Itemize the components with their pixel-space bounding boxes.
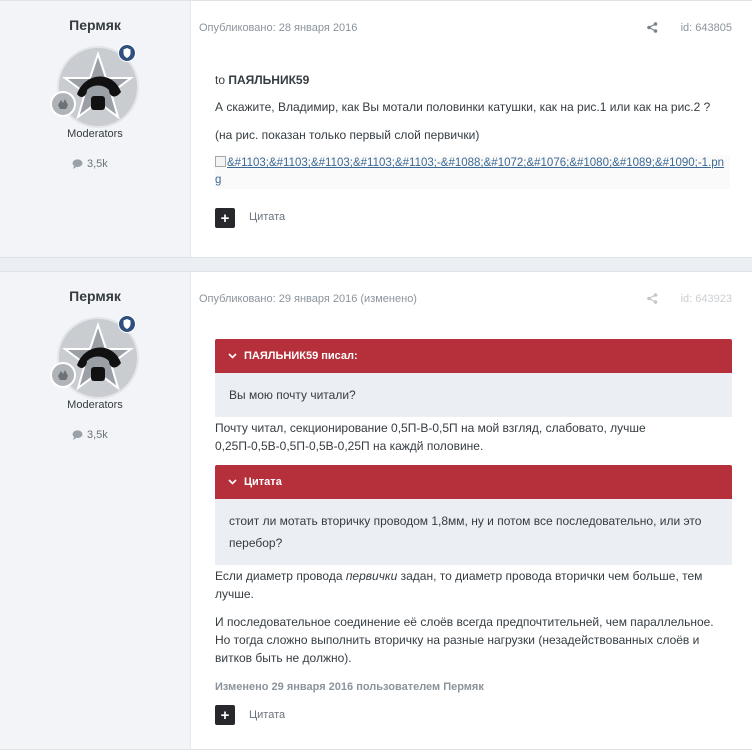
quote-header[interactable]: ПАЯЛЬНИК59 писал: <box>215 339 732 373</box>
post-id[interactable]: id: 643805 <box>681 22 732 34</box>
quote-button[interactable]: Цитата <box>249 709 285 721</box>
post-text-line: А скажите, Владимир, как Вы мотали полов… <box>215 100 711 114</box>
post-text-line: (на рис. показан только первый слой перв… <box>215 128 480 142</box>
comment-icon <box>72 159 83 169</box>
reputation-value: 3,5k <box>87 158 108 170</box>
author-name[interactable]: Пермяк <box>0 288 190 304</box>
quote-title: Цитата <box>244 476 282 488</box>
quote-text: стоит ли мотать вторичку проводом 1,8мм,… <box>215 499 732 565</box>
multiquote-button[interactable]: + <box>215 208 235 228</box>
post-body: to ПАЯЛЬНИК59 А скажите, Владимир, как В… <box>215 71 732 189</box>
chevron-down-icon <box>228 479 237 485</box>
quote-block: Цитата стоит ли мотать вторичку проводом… <box>215 465 732 565</box>
post-643805: Пермяк Moderators 3,5k Опубликовано: 28 … <box>0 0 752 258</box>
image-link[interactable]: &#1103;&#1103;&#1103;&#1103;&#1103;-&#10… <box>215 157 724 186</box>
post-text: И последовательное соединение её слоёв в… <box>215 615 714 665</box>
author-panel: Пермяк Moderators 3,5k <box>0 272 191 749</box>
post-id[interactable]: id: 643923 <box>681 293 732 305</box>
share-icon[interactable] <box>647 293 658 307</box>
multiquote-button[interactable]: + <box>215 705 235 725</box>
rank-badge-icon <box>50 362 76 388</box>
edited-note: Изменено 29 января 2016 пользователем Пе… <box>215 681 484 693</box>
post-meta[interactable]: Опубликовано: 28 января 2016 <box>199 22 357 34</box>
moderator-badge-icon <box>118 44 136 62</box>
post-content: Опубликовано: 29 января 2016 (изменено) … <box>199 272 752 749</box>
greeting-name: ПАЯЛЬНИК59 <box>228 73 310 87</box>
post-body: ПАЯЛЬНИК59 писал: Вы мою почту читали? П… <box>215 339 732 693</box>
comment-icon <box>72 430 83 440</box>
share-icon[interactable] <box>647 22 658 36</box>
post-meta[interactable]: Опубликовано: 29 января 2016 (изменено) <box>199 293 417 305</box>
rank-badge-icon <box>50 91 76 117</box>
reputation: 3,5k <box>72 429 108 441</box>
author-name[interactable]: Пермяк <box>0 17 190 33</box>
post-text: Если диаметр провода первички задан, то … <box>215 569 703 601</box>
moderator-badge-icon <box>118 315 136 333</box>
reputation-value: 3,5k <box>87 429 108 441</box>
quote-text: Вы мою почту читали? <box>215 373 732 417</box>
post-text: Почту читал, секционирование 0,5П-В-0,5П… <box>215 421 646 453</box>
post-content: Опубликовано: 28 января 2016 id: 643805 … <box>199 1 752 257</box>
author-group: Moderators <box>67 128 123 140</box>
quote-author: ПАЯЛЬНИК59 писал: <box>244 350 358 362</box>
quote-block: ПАЯЛЬНИК59 писал: Вы мою почту читали? <box>215 339 732 417</box>
post-643923: Пермяк Moderators 3,5k Опубликовано: 29 … <box>0 271 752 750</box>
chevron-down-icon <box>228 353 237 359</box>
quote-header[interactable]: Цитата <box>215 465 732 499</box>
greeting-prefix: to <box>215 73 229 87</box>
author-panel: Пермяк Moderators 3,5k <box>0 1 191 257</box>
broken-image-icon <box>215 156 226 167</box>
author-group: Moderators <box>67 399 123 411</box>
quote-button[interactable]: Цитата <box>249 211 285 223</box>
reputation: 3,5k <box>72 158 108 170</box>
